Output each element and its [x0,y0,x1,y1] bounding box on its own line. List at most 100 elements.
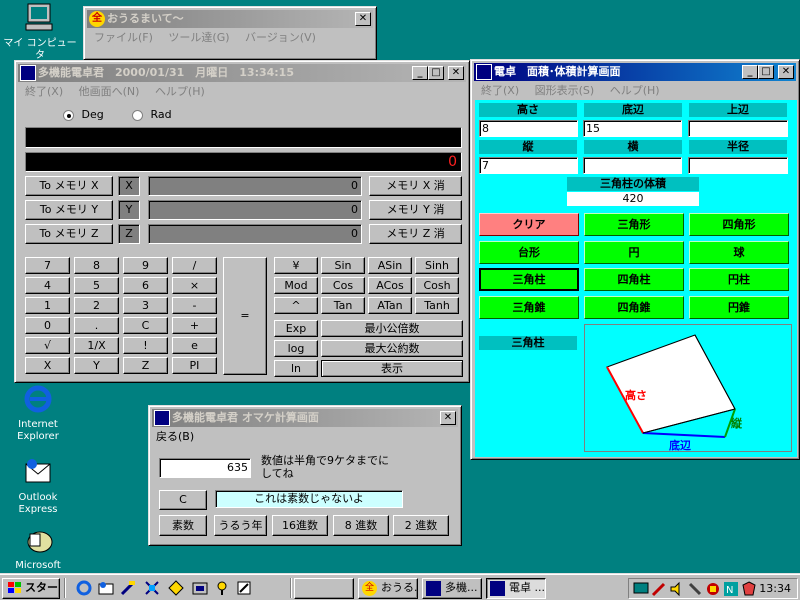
tool-quicklaunch-icon-1[interactable] [120,580,136,596]
menu-back[interactable]: 戻る(B) [156,430,194,443]
tool-quicklaunch-icon-5[interactable] [214,580,230,596]
lcm-button[interactable]: 最小公倍数 [321,320,463,337]
maximize-button[interactable]: □ [758,65,774,79]
key-reciprocal-button[interactable]: 1/X [74,337,119,354]
menu-exit[interactable]: 終了(X) [25,85,63,98]
key-y-button[interactable]: Y [74,357,119,374]
func-sinh-button[interactable]: Sinh [415,257,459,274]
key-sqrt-button[interactable]: √ [25,337,70,354]
omake-launcher-window[interactable]: 全 おうるまいて～ ✕ ファイル(F) ツール達(G) バージョン(V) [83,6,377,60]
key-divide-button[interactable]: / [172,257,217,274]
desktop-icon-internet-explorer[interactable]: Internet Explorer [0,383,78,443]
equals-button[interactable]: = [223,257,267,375]
key-2-button[interactable]: 2 [74,297,119,314]
omake-calc-window[interactable]: 多機能電卓君 オマケ計算画面 ✕ 戻る(B) 635 数値は半角で9ケタまでにし… [148,405,462,546]
desktop-icon-outlook-express[interactable]: Outlook Express [0,456,78,516]
menu-exit[interactable]: 終了(X) [481,84,519,97]
key-5-button[interactable]: 5 [74,277,119,294]
volume-tray-icon[interactable] [669,581,685,597]
deg-radio[interactable]: Deg [63,108,104,121]
shape-square-prism-button[interactable]: 四角柱 [584,268,684,291]
desktop-icon-my-computer[interactable]: マイ コンピュータ [0,2,80,62]
key-factorial-button[interactable]: ! [123,337,168,354]
task-button-blank[interactable] [294,578,354,599]
clear-memory-z-button[interactable]: メモリ Z 消 [369,224,462,244]
base-input[interactable]: 15 [583,120,682,137]
shape-cylinder-button[interactable]: 円柱 [689,268,789,291]
func-atan-button[interactable]: ATan [368,297,412,314]
exp-button[interactable]: Exp [274,320,318,337]
shape-cone-button[interactable]: 円錐 [689,296,789,319]
to-memory-y-button[interactable]: To メモリ Y [25,200,113,220]
shape-sphere-button[interactable]: 球 [689,241,789,264]
title-bar[interactable]: 電卓 面積･体積計算画面 _ □ ✕ [474,63,796,81]
desktop-icon-microsoft[interactable]: Microsoft [0,528,78,572]
func-tan-button[interactable]: Tan [321,297,365,314]
network-tray-icon[interactable] [705,581,721,597]
log-button[interactable]: log [274,340,318,357]
minimize-button[interactable]: _ [412,66,428,80]
menu-other-screen[interactable]: 他画面へ(N) [79,85,140,98]
key-z-button[interactable]: Z [123,357,168,374]
clear-memory-y-button[interactable]: メモリ Y 消 [369,200,462,220]
title-bar[interactable]: 全 おうるまいて～ ✕ [87,10,373,28]
close-button[interactable]: ✕ [448,66,464,80]
clear-memory-x-button[interactable]: メモリ X 消 [369,176,462,196]
menu-help[interactable]: ヘルプ(H) [610,84,660,97]
area-volume-window[interactable]: 電卓 面積･体積計算画面 _ □ ✕ 終了(X) 図形表示(S) ヘルプ(H) … [470,59,800,460]
shape-square-button[interactable]: 四角形 [689,213,789,236]
shape-triangle-button[interactable]: 三角形 [584,213,684,236]
shape-triangular-prism-button[interactable]: 三角柱 [479,268,579,291]
func-tanh-button[interactable]: Tanh [415,297,459,314]
close-button[interactable]: ✕ [440,411,456,425]
menu-file[interactable]: ファイル(F) [94,31,153,44]
func-acos-button[interactable]: ACos [368,277,412,294]
radius-input[interactable] [688,157,788,174]
pen-tray-icon[interactable] [651,581,667,597]
tool-quicklaunch-icon-4[interactable] [192,580,208,596]
menu-show-figure[interactable]: 図形表示(S) [535,84,595,97]
top-side-input[interactable] [688,120,788,137]
minimize-button[interactable]: _ [742,65,758,79]
key-4-button[interactable]: 4 [25,277,70,294]
key-pi-button[interactable]: PI [172,357,217,374]
ie-quicklaunch-icon[interactable] [76,580,92,596]
shape-square-pyramid-button[interactable]: 四角錐 [584,296,684,319]
func-yen-button[interactable]: ¥ [274,257,318,274]
depth-input[interactable]: 7 [479,157,578,174]
tool-quicklaunch-icon-2[interactable] [144,580,160,596]
key-decimal-button[interactable]: . [74,317,119,334]
key-9-button[interactable]: 9 [123,257,168,274]
ime-tray-icon[interactable]: N [723,581,739,597]
menu-tools[interactable]: ツール達(G) [168,31,229,44]
start-button[interactable]: スタート [2,578,60,599]
key-plus-button[interactable]: + [172,317,217,334]
close-button[interactable]: ✕ [778,65,794,79]
title-bar[interactable]: 多機能電卓君 オマケ計算画面 ✕ [152,409,458,427]
func-cos-button[interactable]: Cos [321,277,365,294]
menu-help[interactable]: ヘルプ(H) [155,85,205,98]
key-3-button[interactable]: 3 [123,297,168,314]
to-memory-x-button[interactable]: To メモリ X [25,176,113,196]
task-button-calculator[interactable]: 多機... [422,578,482,599]
key-6-button[interactable]: 6 [123,277,168,294]
prime-button[interactable]: 素数 [159,515,207,536]
octal-button[interactable]: 8 進数 [333,515,389,536]
func-mod-button[interactable]: Mod [274,277,318,294]
shape-trapezoid-button[interactable]: 台形 [479,241,579,264]
task-button-omake-launcher[interactable]: 全 おうる... [358,578,418,599]
tool-quicklaunch-icon-6[interactable] [236,580,252,596]
key-8-button[interactable]: 8 [74,257,119,274]
ln-button[interactable]: ln [274,360,318,377]
key-1-button[interactable]: 1 [25,297,70,314]
leap-year-button[interactable]: うるう年 [214,515,267,536]
show-button[interactable]: 表示 [321,360,463,377]
to-memory-z-button[interactable]: To メモリ Z [25,224,113,244]
clock[interactable]: 13:34 [759,581,791,597]
key-minus-button[interactable]: - [172,297,217,314]
key-7-button[interactable]: 7 [25,257,70,274]
key-clear-button[interactable]: C [123,317,168,334]
func-asin-button[interactable]: ASin [368,257,412,274]
tool-quicklaunch-icon-3[interactable] [168,580,184,596]
shield-tray-icon[interactable] [741,581,757,597]
